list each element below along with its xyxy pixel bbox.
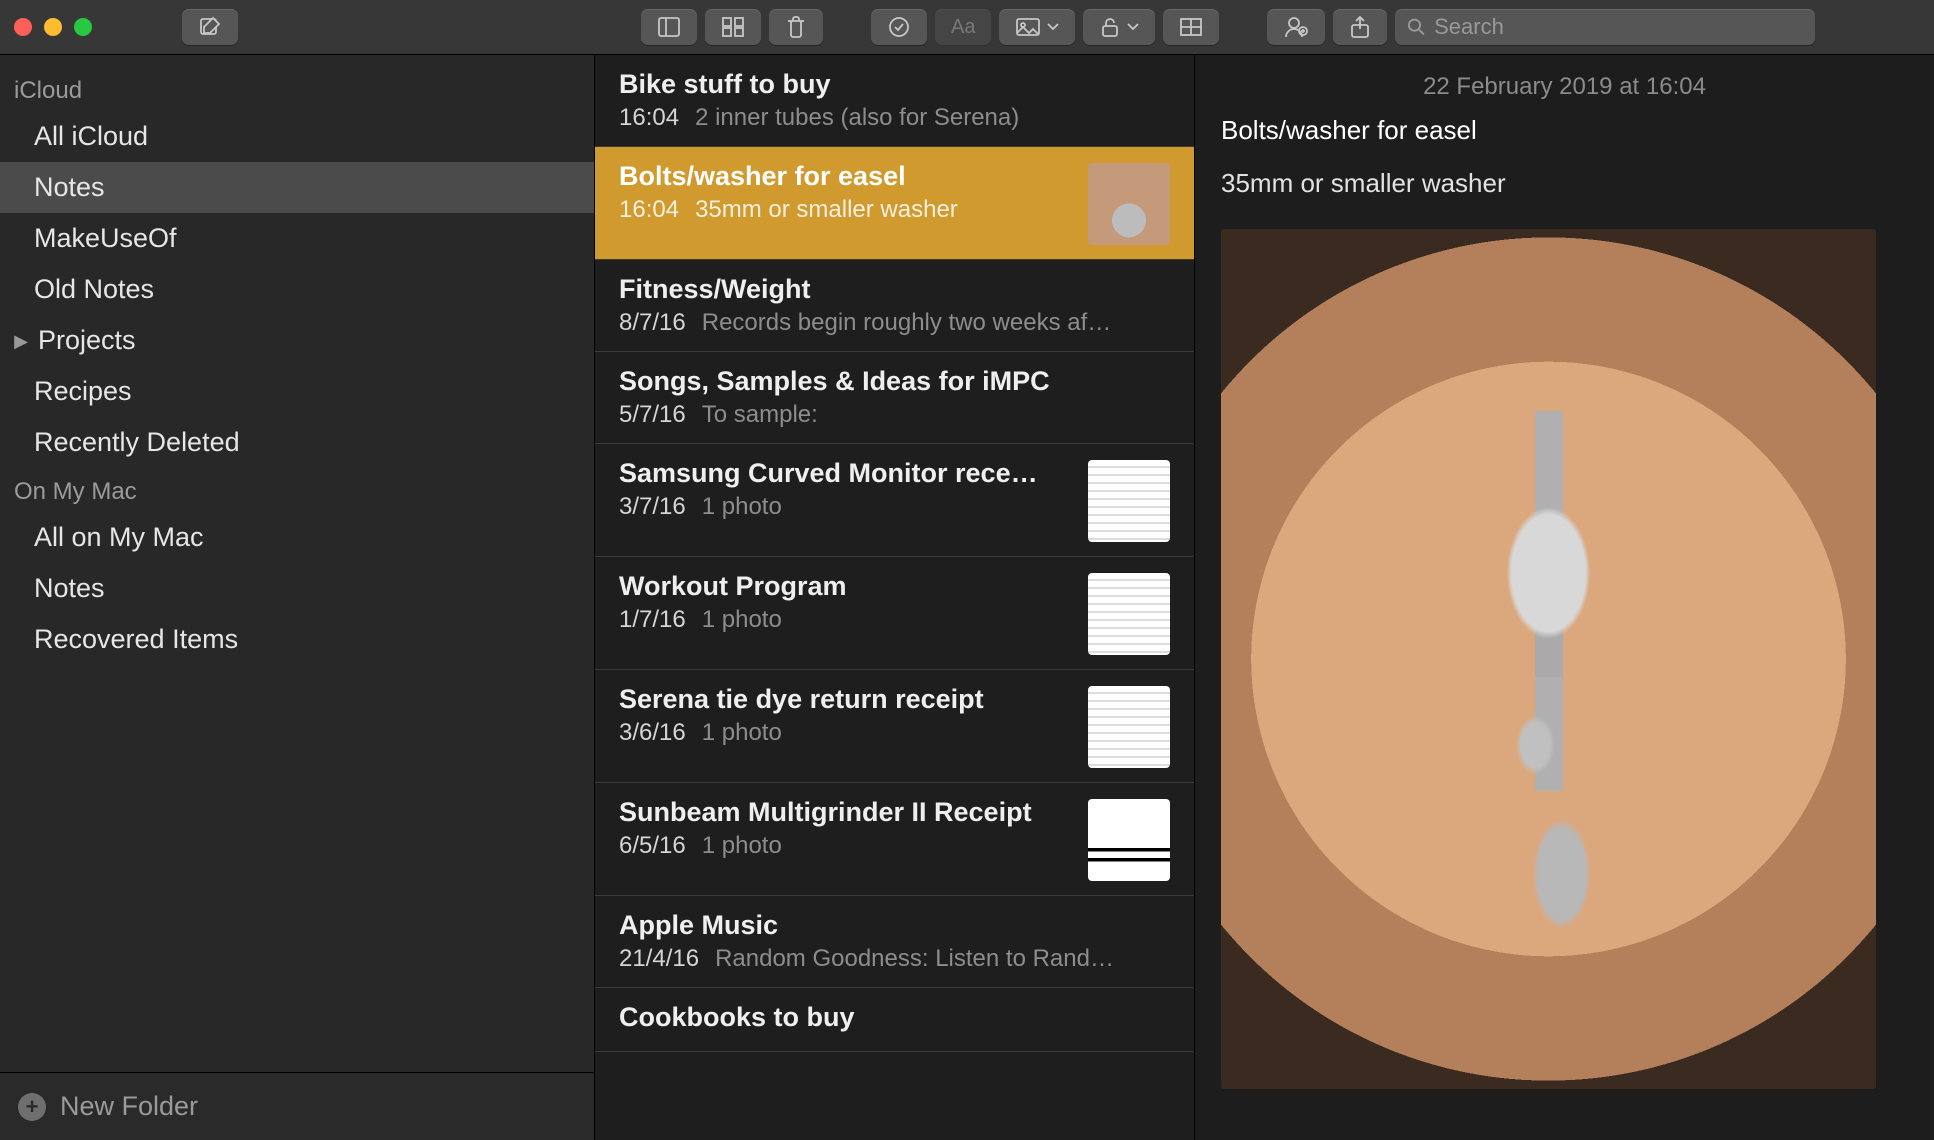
sidebar-item[interactable]: Notes — [0, 563, 594, 614]
sidebar-item-label: All on My Mac — [34, 522, 204, 553]
note-row-date: 8/7/16 — [619, 309, 686, 337]
media-button[interactable] — [999, 9, 1075, 45]
sidebar-item-label: Recently Deleted — [34, 427, 240, 458]
sidebar-section-header: iCloud — [0, 67, 594, 111]
sidebar-item-label: Notes — [34, 172, 105, 203]
maximize-button[interactable] — [74, 18, 92, 36]
delete-button[interactable] — [769, 9, 823, 45]
sidebar: iCloud All iCloud Notes MakeUseOf Old Notes ▶… — [0, 55, 595, 1140]
note-row-title: Bolts/washer for easel — [619, 161, 1070, 192]
new-folder-label: New Folder — [60, 1091, 198, 1122]
note-row-thumbnail — [1088, 799, 1170, 881]
note-row-title: Cookbooks to buy — [619, 1002, 1170, 1033]
note-attachment-photo[interactable] — [1221, 229, 1876, 1089]
note-row[interactable]: Samsung Curved Monitor rece… 3/7/16 1 phot… — [595, 444, 1194, 557]
sidebar-item-label: Old Notes — [34, 274, 154, 305]
compose-button[interactable] — [182, 9, 238, 45]
notes-list: Bike stuff to buy 16:04 2 inner tubes (als… — [595, 55, 1195, 1140]
note-row-title: Samsung Curved Monitor rece… — [619, 458, 1070, 489]
sidebar-item-label: Recipes — [34, 376, 132, 407]
minimize-button[interactable] — [44, 18, 62, 36]
share-button[interactable] — [1333, 9, 1387, 45]
note-row-date: 6/5/16 — [619, 832, 686, 860]
sidebar-item[interactable]: MakeUseOf — [0, 213, 594, 264]
note-row-date: 21/4/16 — [619, 945, 699, 973]
editor[interactable]: 22 February 2019 at 16:04 Bolts/washer f… — [1195, 55, 1934, 1140]
note-row[interactable]: Songs, Samples & Ideas for iMPC 5/7/16 To … — [595, 352, 1194, 444]
note-row-thumbnail — [1088, 460, 1170, 542]
sidebar-item[interactable]: Recipes — [0, 366, 594, 417]
sidebar-item[interactable]: Recently Deleted — [0, 417, 594, 468]
note-row-snippet: 1 photo — [702, 493, 782, 521]
note-row-snippet: 1 photo — [702, 606, 782, 634]
note-row-date: 16:04 — [619, 196, 679, 224]
note-row-title: Sunbeam Multigrinder II Receipt — [619, 797, 1070, 828]
search-input[interactable] — [1434, 14, 1803, 40]
note-row[interactable]: Serena tie dye return receipt 3/6/16 1 pho… — [595, 670, 1194, 783]
search-icon — [1407, 17, 1426, 37]
note-row-date: 5/7/16 — [619, 401, 686, 429]
note-row[interactable]: Workout Program 1/7/16 1 photo — [595, 557, 1194, 670]
sidebar-item-label: Projects — [38, 325, 136, 356]
sidebar-item[interactable]: Old Notes — [0, 264, 594, 315]
sidebar-item[interactable]: Notes — [0, 162, 594, 213]
collaborate-button[interactable] — [1267, 9, 1325, 45]
table-button[interactable] — [1163, 9, 1219, 45]
note-row-title: Serena tie dye return receipt — [619, 684, 1070, 715]
toolbar: Aa — [0, 0, 1934, 55]
note-row-title: Fitness/Weight — [619, 274, 1170, 305]
note-row-thumbnail — [1088, 686, 1170, 768]
note-row-title: Apple Music — [619, 910, 1170, 941]
sidebar-item[interactable]: All on My Mac — [0, 512, 594, 563]
note-row-snippet: Random Goodness: Listen to Rand… — [715, 945, 1114, 973]
note-row[interactable]: Bike stuff to buy 16:04 2 inner tubes (als… — [595, 55, 1194, 147]
sidebar-section-header: On My Mac — [0, 468, 594, 512]
sidebar-item[interactable]: Recovered Items — [0, 614, 594, 665]
note-row-title: Bike stuff to buy — [619, 69, 1170, 100]
note-row-date: 3/7/16 — [619, 493, 686, 521]
checklist-button[interactable] — [871, 9, 927, 45]
sidebar-item-label: Notes — [34, 573, 105, 604]
note-row-thumbnail — [1088, 573, 1170, 655]
plus-icon: + — [18, 1093, 46, 1121]
window-controls — [14, 18, 92, 36]
note-row-snippet: 2 inner tubes (also for Serena) — [695, 104, 1019, 132]
new-folder-button[interactable]: + New Folder — [0, 1072, 594, 1140]
list-view-button[interactable] — [641, 9, 697, 45]
note-row-date: 1/7/16 — [619, 606, 686, 634]
note-row-snippet: 1 photo — [702, 832, 782, 860]
note-row-date: 3/6/16 — [619, 719, 686, 747]
note-timestamp: 22 February 2019 at 16:04 — [1221, 73, 1908, 101]
note-row-thumbnail — [1088, 163, 1170, 245]
sidebar-item-label: All iCloud — [34, 121, 148, 152]
search-field[interactable] — [1395, 9, 1815, 45]
note-row-title: Songs, Samples & Ideas for iMPC — [619, 366, 1170, 397]
gallery-view-button[interactable] — [705, 9, 761, 45]
note-row[interactable]: Bolts/washer for easel 16:04 35mm or small… — [595, 147, 1194, 260]
lock-button[interactable] — [1083, 9, 1155, 45]
note-row[interactable]: Sunbeam Multigrinder II Receipt 6/5/16 1 p… — [595, 783, 1194, 896]
note-row[interactable]: Apple Music 21/4/16 Random Goodness: Liste… — [595, 896, 1194, 988]
note-row[interactable]: Cookbooks to buy — [595, 988, 1194, 1052]
disclosure-triangle-icon[interactable]: ▶ — [14, 331, 28, 352]
note-row-snippet: 35mm or smaller washer — [695, 196, 958, 224]
close-button[interactable] — [14, 18, 32, 36]
note-row-snippet: 1 photo — [702, 719, 782, 747]
note-body: 35mm or smaller washer — [1221, 168, 1908, 199]
note-row-date: 16:04 — [619, 104, 679, 132]
sidebar-item-label: MakeUseOf — [34, 223, 177, 254]
format-button[interactable]: Aa — [935, 9, 991, 45]
note-row-snippet: To sample: — [702, 401, 818, 429]
note-row[interactable]: Fitness/Weight 8/7/16 Records begin roughl… — [595, 260, 1194, 352]
sidebar-item-label: Recovered Items — [34, 624, 238, 655]
sidebar-item[interactable]: All iCloud — [0, 111, 594, 162]
note-title: Bolts/washer for easel — [1221, 115, 1908, 146]
sidebar-item[interactable]: ▶ Projects — [0, 315, 594, 366]
note-row-snippet: Records begin roughly two weeks af… — [702, 309, 1112, 337]
note-row-title: Workout Program — [619, 571, 1070, 602]
